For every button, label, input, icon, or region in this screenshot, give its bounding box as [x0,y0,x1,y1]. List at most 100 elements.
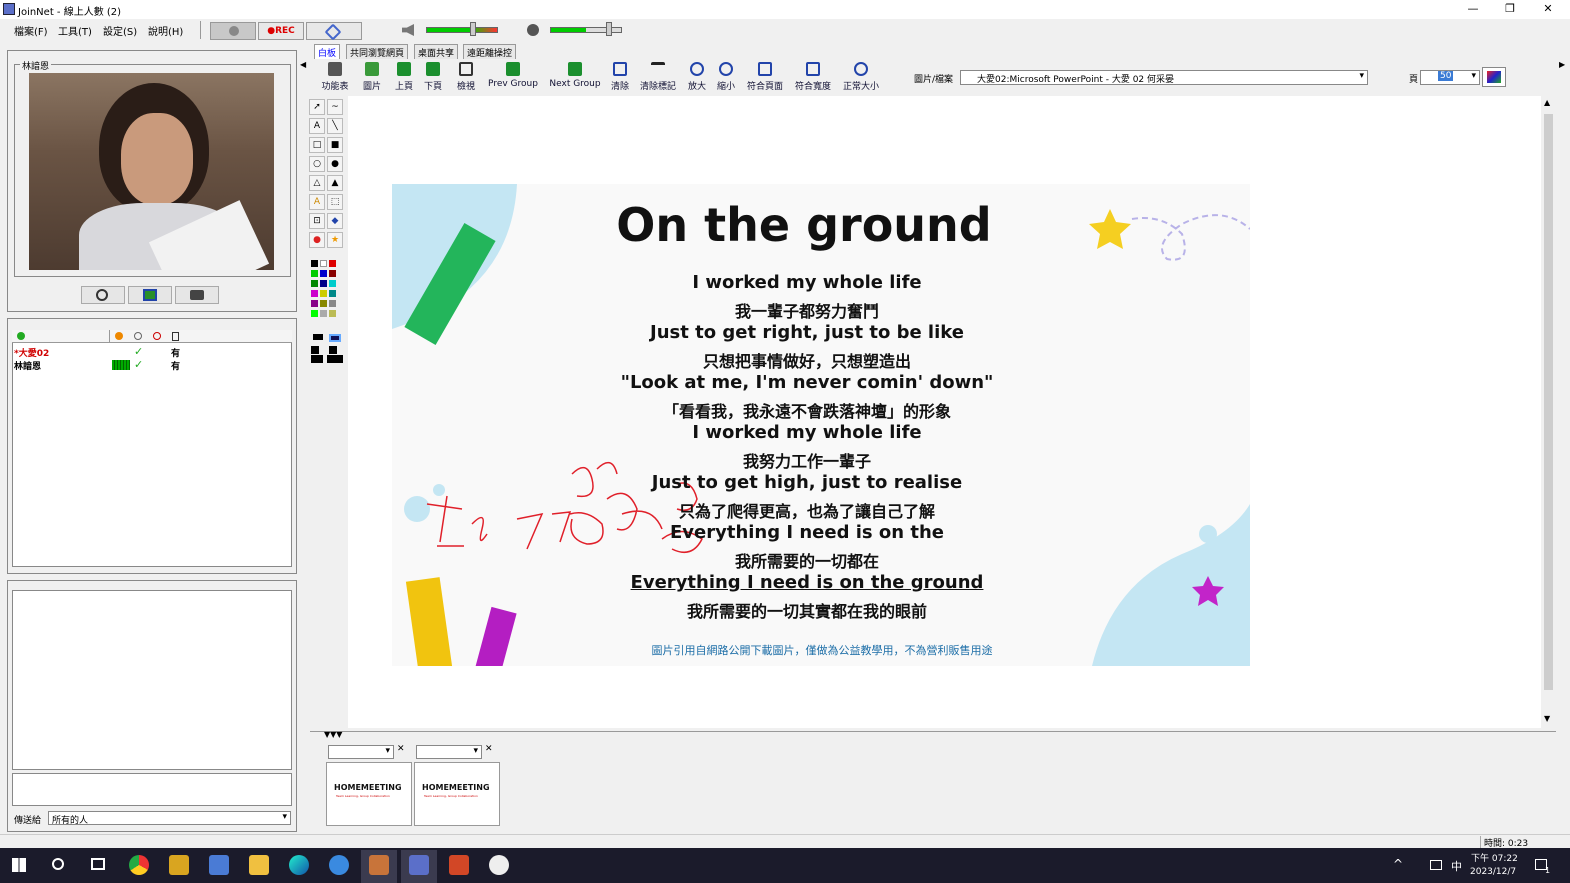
menu-tools[interactable]: 工具(T) [58,23,92,38]
tab-remote-control[interactable]: 遠距離操控 [463,44,517,59]
search-icon[interactable] [52,858,64,870]
menu-settings[interactable]: 設定(S) [103,23,137,38]
tab-whiteboard[interactable]: 白板 [314,44,341,59]
text-tool[interactable]: A [309,118,325,134]
pointer-tool[interactable]: ➚ [309,99,325,115]
file-explorer-icon[interactable] [249,855,269,875]
cube-app-icon[interactable] [209,855,229,875]
tray-expand-icon[interactable]: ^ [1393,857,1403,871]
filled-polygon-tool[interactable]: ▲ [327,175,343,191]
clear-button[interactable]: 清除 [608,62,632,92]
line-width-thick[interactable] [329,346,337,354]
zoom-in-button[interactable]: 放大 [685,62,709,92]
collapse-thumbs-icon[interactable]: ▼▼▼ [324,730,342,739]
scroll-down-icon[interactable]: ▼ [1544,714,1550,723]
color-swatch[interactable] [329,270,336,277]
fit-page-button[interactable]: 符合頁面 [744,62,786,92]
app-icon[interactable] [489,855,509,875]
ellipse-tool[interactable]: ○ [309,156,325,172]
send-to-select[interactable]: 所有的人 ▾ [48,811,291,826]
close-button[interactable]: ✕ [1530,0,1566,19]
next-group-button[interactable]: Next Group [547,62,603,89]
fit-width-button[interactable]: 符合寬度 [792,62,834,92]
powerpoint-icon[interactable] [449,855,469,875]
slider-thumb[interactable] [470,22,476,36]
color-swatch[interactable] [320,260,327,267]
color-swatch[interactable] [320,270,327,277]
restore-button[interactable]: ❐ [1492,0,1528,19]
rect-tool[interactable]: □ [309,137,325,153]
tab-cobrowse[interactable]: 共同瀏覽網頁 [346,44,409,59]
color-swatch[interactable] [311,310,318,317]
ime-indicator[interactable]: 中 [1451,858,1462,874]
prev-group-button[interactable]: Prev Group [486,62,540,89]
color-swatch[interactable] [320,280,327,287]
clock-date[interactable]: 2023/12/7 [1470,867,1516,877]
line-width-medium[interactable] [329,334,341,342]
image-tool-button[interactable]: 圖片 [358,62,386,92]
user-row-name[interactable]: *大愛02 [14,346,49,359]
clock-time[interactable]: 下午 07:22 [1471,851,1518,864]
color-swatch[interactable] [311,270,318,277]
line-width-xl[interactable] [311,355,323,363]
menu-file[interactable]: 檔案(F) [14,23,48,38]
filled-rect-tool[interactable]: ■ [327,137,343,153]
line-tool[interactable]: ╲ [327,118,343,134]
task-view-icon[interactable] [91,858,105,870]
capture-tool[interactable]: ⊡ [309,213,325,229]
thumb-select[interactable]: ▾ [328,745,394,759]
speaker-toggle-button[interactable] [210,22,256,40]
apple-stamp-tool[interactable]: ● [309,232,325,248]
color-swatch[interactable] [311,280,318,287]
select-area-tool[interactable]: ⬚ [327,194,343,210]
color-swatch[interactable] [329,290,336,297]
slider-thumb[interactable] [606,22,612,36]
line-width-thick[interactable] [311,346,319,354]
color-swatch[interactable] [311,300,318,307]
fill-tool[interactable]: ◆ [327,213,343,229]
view-button[interactable]: 檢視 [452,62,480,92]
color-swatch[interactable] [320,300,327,307]
color-swatch[interactable] [311,260,318,267]
app-icon[interactable] [169,855,189,875]
zoom-video-button[interactable] [81,286,125,304]
star-stamp-tool[interactable]: ★ [327,232,343,248]
collapse-left-icon[interactable]: ◀ [300,60,306,69]
filled-ellipse-tool[interactable]: ● [327,156,343,172]
line-width-thin[interactable] [313,334,323,340]
color-swatch[interactable] [320,290,327,297]
prev-page-button[interactable]: 上頁 [392,62,416,92]
speaker-volume-slider[interactable] [426,27,498,33]
highlight-text-tool[interactable]: A [309,194,325,210]
color-swatch[interactable] [320,310,327,317]
tab-desktop-share[interactable]: 桌面共享 [414,44,459,59]
edge-icon[interactable] [289,855,309,875]
windows-start-icon[interactable] [12,858,26,872]
slide-thumbnail[interactable]: HOMEMEETING Team Learning, Group Collabo… [326,762,412,826]
video-layout-button[interactable] [128,286,172,304]
chrome-icon[interactable] [129,855,149,875]
zoom-out-button[interactable]: 縮小 [714,62,738,92]
polygon-tool[interactable]: △ [309,175,325,191]
collapse-right-icon[interactable]: ▶ [1559,60,1565,69]
user-row-name[interactable]: 林諳恩 [14,359,41,372]
next-page-button[interactable]: 下頁 [421,62,445,92]
chat-input[interactable] [12,773,292,806]
menu-help[interactable]: 說明(H) [148,23,183,38]
scroll-up-icon[interactable]: ▲ [1544,98,1550,107]
close-icon[interactable]: ✕ [485,744,493,754]
close-icon[interactable]: ✕ [397,744,405,754]
thumb-select[interactable]: ▾ [416,745,482,759]
color-swatch[interactable] [329,260,336,267]
color-swatch[interactable] [329,280,336,287]
menu-tool-button[interactable]: 功能表 [320,62,350,92]
file-select[interactable]: 大愛02:Microsoft PowerPoint - 大愛 02 何采晏 ▾ [960,70,1368,85]
freehand-tool[interactable]: ~ [327,99,343,115]
line-width-xl[interactable] [327,355,343,363]
color-swatch[interactable] [329,300,336,307]
network-icon[interactable] [1430,860,1442,870]
snapshot-button[interactable] [175,286,219,304]
vertical-scrollbar[interactable]: ▲ ▼ [1541,96,1556,728]
slide-thumbnail[interactable]: HOMEMEETING Team Learning, Group Collabo… [414,762,500,826]
app-icon[interactable] [329,855,349,875]
